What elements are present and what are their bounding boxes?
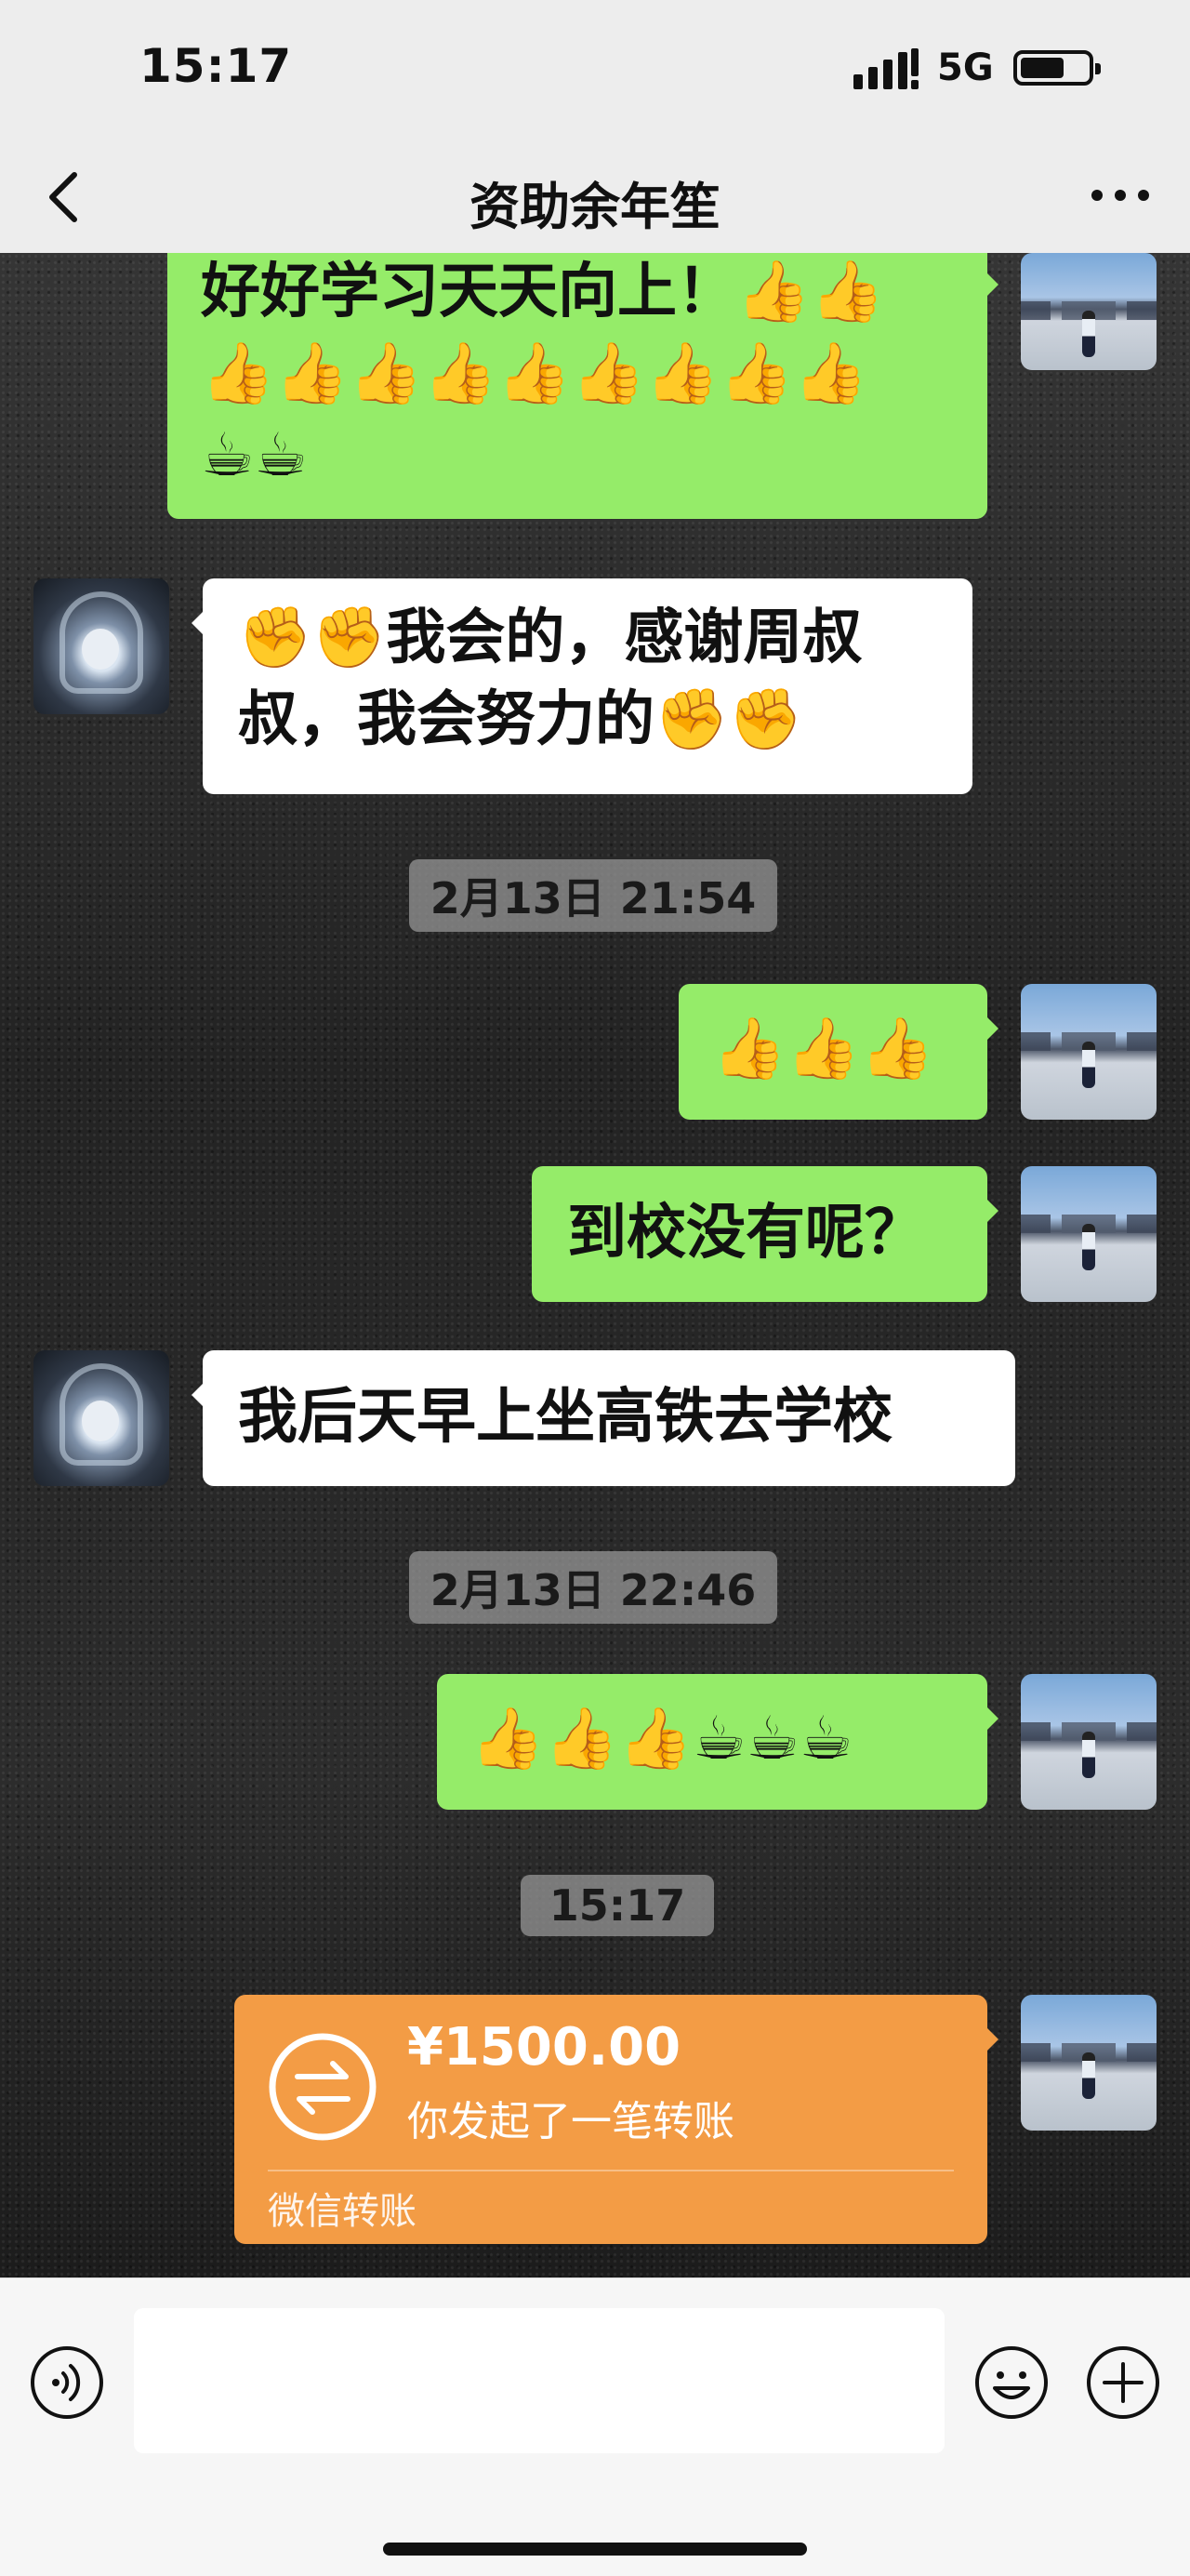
message-bubble[interactable]: ✊✊我会的，感谢周叔 叔，我会努力的✊✊ [192,578,972,794]
timestamp: 15:17 [521,1875,714,1936]
home-indicator[interactable] [383,2543,807,2556]
more-dots-icon[interactable] [1088,184,1153,206]
status-bar: 15:17 5G [0,0,1190,139]
battery-icon [1013,50,1101,86]
transfer-arrows-icon [269,2033,377,2141]
message-bubble[interactable]: 到校没有呢？ [532,1166,998,1302]
timestamp: 2月13日 22:46 [409,1551,777,1624]
chat-area[interactable]: 好好学习天天向上！👍👍 👍👍👍👍👍👍👍👍👍 ☕☕ ✊✊我会的，感谢周叔 叔，我会… [0,253,1190,2277]
signal-icon [853,48,919,89]
contact-avatar[interactable] [33,1350,169,1486]
network-type: 5G [937,46,994,89]
my-avatar[interactable] [1021,1166,1157,1302]
timestamp: 2月13日 21:54 [409,859,777,932]
message-bubble[interactable]: 好好学习天天向上！👍👍 👍👍👍👍👍👍👍👍👍 ☕☕ [167,253,998,519]
my-avatar[interactable] [1021,984,1157,1120]
voice-icon[interactable] [28,2344,106,2422]
transfer-description: 你发起了一笔转账 [407,2098,734,2145]
transfer-amount: ¥1500.00 [407,2017,681,2078]
my-avatar[interactable] [1021,253,1157,370]
status-time: 15:17 [139,39,293,93]
divider [268,2170,954,2171]
message-bubble[interactable]: 👍👍👍 [679,984,998,1120]
input-bar [0,2277,1190,2576]
transfer-footer: 微信转账 [268,2190,416,2233]
message-bubble[interactable]: 我后天早上坐高铁去学校 [192,1350,1015,1486]
transfer-card[interactable]: ¥1500.00 你发起了一笔转账 微信转账 [234,1995,998,2244]
message-input[interactable] [134,2308,945,2453]
my-avatar[interactable] [1021,1995,1157,2131]
plus-icon[interactable] [1084,2344,1162,2422]
chat-title: 资助余年笙 [469,178,721,236]
contact-avatar[interactable] [33,578,169,714]
nav-bar: 资助余年笙 [0,139,1190,254]
emoji-icon[interactable] [972,2344,1051,2422]
my-avatar[interactable] [1021,1674,1157,1810]
message-bubble[interactable]: 👍👍👍☕☕☕ [437,1674,998,1810]
